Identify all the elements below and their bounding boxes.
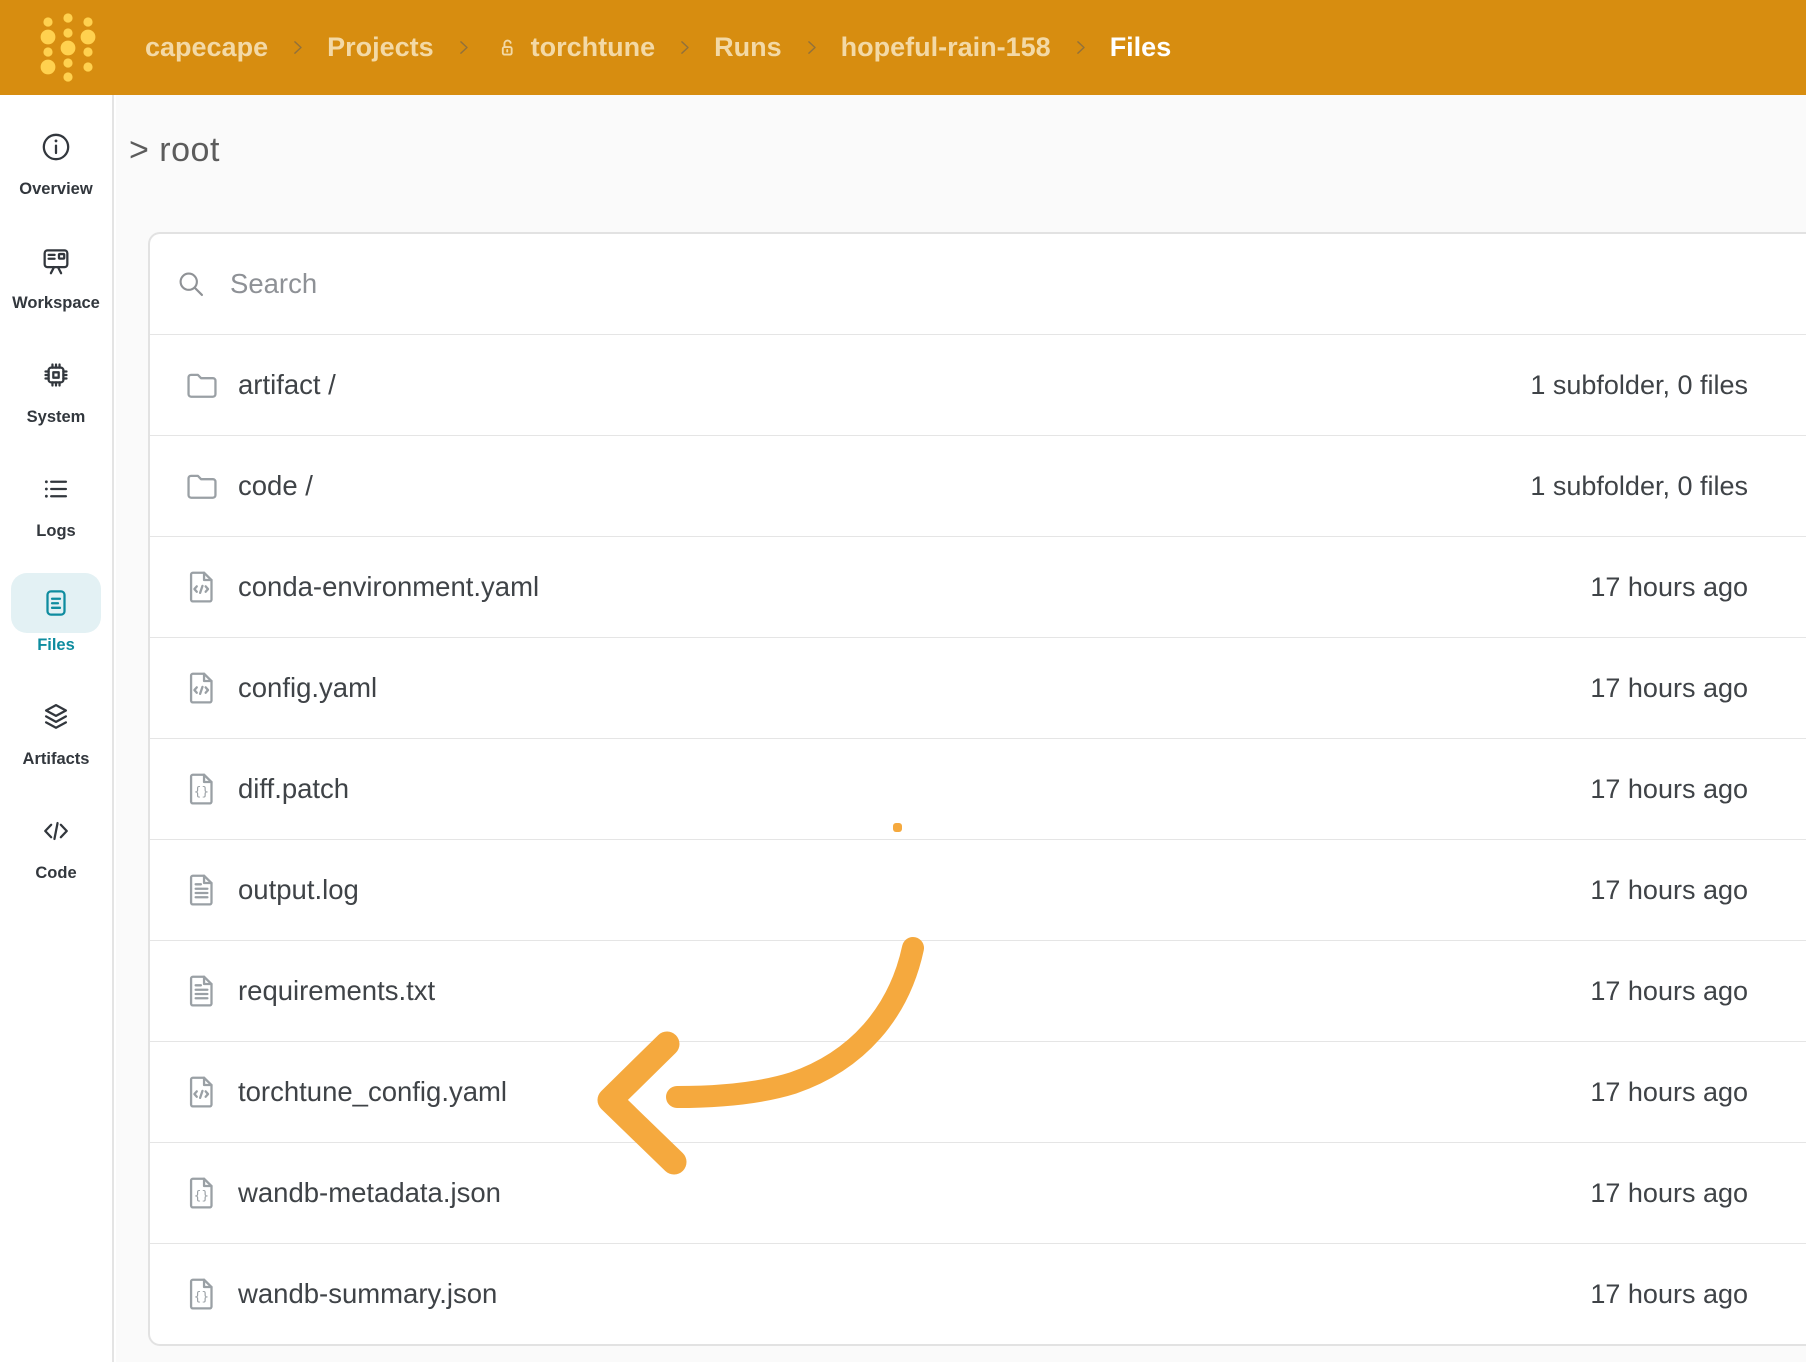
breadcrumb-item-hopeful-rain-158[interactable]: hopeful-rain-158 [841,32,1051,63]
file-braces-icon: {} [183,1275,221,1313]
file-row-wandb-metadata-json[interactable]: {} wandb-metadata.json 17 hours ago [150,1142,1806,1243]
file-list: artifact /1 subfolder, 0 files code /1 su… [150,334,1806,1344]
file-text-icon [183,871,221,909]
file-search-row [150,234,1806,334]
svg-text:{}: {} [194,783,209,798]
folder-icon [183,366,221,404]
sidebar-icon-wrap [11,801,101,861]
chevron-right-icon [674,37,695,58]
sidebar-item-logs[interactable]: Logs [0,459,112,573]
breadcrumb-item-projects[interactable]: Projects [327,32,434,63]
chevron-right-icon [1070,37,1091,58]
layers-icon [39,700,73,734]
breadcrumb-label: torchtune [530,32,656,62]
file-braces-icon: {} [183,1174,221,1212]
file-row-torchtune-config-yaml[interactable]: torchtune_config.yaml 17 hours ago [150,1041,1806,1142]
breadcrumb-item-torchtune[interactable]: torchtune [493,32,656,63]
search-icon [175,268,207,300]
breadcrumb-item-runs[interactable]: Runs [714,32,782,63]
breadcrumb-item-capecape[interactable]: capecape [145,32,268,63]
file-row-conda-environment-yaml[interactable]: conda-environment.yaml 17 hours ago [150,536,1806,637]
sidebar-item-system[interactable]: System [0,345,112,459]
file-row-artifact[interactable]: artifact /1 subfolder, 0 files [150,334,1806,435]
breadcrumb-item-files[interactable]: Files [1110,32,1172,63]
root-path-heading: > root [129,131,220,169]
file-row-code[interactable]: code /1 subfolder, 0 files [150,435,1806,536]
breadcrumb-label: Files [1109,32,1172,62]
sidebar-icon-wrap [11,117,101,177]
document-icon [39,586,73,620]
main-content: > root artifact /1 subfolder, 0 filescod… [116,95,1806,1362]
info-circle-icon [39,130,73,164]
list-icon [39,472,73,506]
svg-text:{}: {} [194,1187,209,1202]
search-input[interactable] [228,267,1748,301]
folder-icon [183,467,221,505]
sidebar-item-artifacts[interactable]: Artifacts [0,687,112,801]
sidebar-icon-wrap [11,573,101,633]
pen-mark-dot [893,823,902,832]
chevron-right-icon [287,37,308,58]
file-row-output-log[interactable]: output.log 17 hours ago [150,839,1806,940]
breadcrumb-label: capecape [145,32,269,62]
file-row-wandb-summary-json[interactable]: {} wandb-summary.json 17 hours ago [150,1243,1806,1344]
wandb-logo-icon[interactable] [0,0,135,95]
chevron-right-icon [453,37,474,58]
sidebar-icon-wrap [11,687,101,747]
wandb-run-files-page: capecape Projects torchtune Runs hopeful-rai… [0,0,1806,1362]
file-row-diff-patch[interactable]: {} diff.patch 17 hours ago [150,738,1806,839]
breadcrumb-label: Runs [714,32,782,62]
files-card: artifact /1 subfolder, 0 filescode /1 su… [148,232,1806,1346]
breadcrumb-label: Projects [327,32,434,62]
file-code-icon [183,669,221,707]
sidebar-item-overview[interactable]: Overview [0,117,112,231]
sidebar-icon-wrap [11,459,101,519]
sidebar-icon-wrap [11,345,101,405]
lock-open-icon [493,34,521,62]
file-row-requirements-txt[interactable]: requirements.txt 17 hours ago [150,940,1806,1041]
chevron-right-icon [801,37,822,58]
cpu-chip-icon [39,358,73,392]
easel-board-icon [39,244,73,278]
file-braces-icon: {} [183,770,221,808]
top-nav-bar: capecape Projects torchtune Runs hopeful-rai… [0,0,1806,95]
code-brackets-icon [39,814,73,848]
breadcrumb: capecape Projects torchtune Runs hopeful-rai… [145,32,1171,63]
sidebar-item-files[interactable]: Files [0,573,112,687]
breadcrumb-label: hopeful-rain-158 [840,32,1051,62]
file-text-icon [183,972,221,1010]
file-code-icon [183,1073,221,1111]
sidebar-item-workspace[interactable]: Workspace [0,231,112,345]
file-row-config-yaml[interactable]: config.yaml 17 hours ago [150,637,1806,738]
sidebar-item-code[interactable]: Code [0,801,112,915]
sidebar-icon-wrap [11,231,101,291]
svg-text:{}: {} [194,1288,209,1303]
sidebar: Overview Workspace System Logs Files Artifact… [0,95,114,1362]
file-code-icon [183,568,221,606]
